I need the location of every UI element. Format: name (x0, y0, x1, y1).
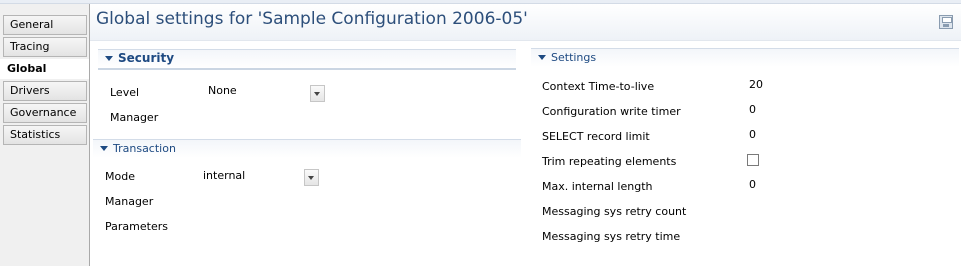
trim-repeating-elements-label: Trim repeating elements (542, 155, 677, 168)
security-level-label: Level (110, 86, 140, 99)
transaction-mode-label: Mode (105, 170, 135, 183)
transaction-mode-dropdown-button[interactable] (304, 169, 319, 186)
tab-governance[interactable]: Governance (3, 103, 87, 123)
settings-header-label: Settings (551, 51, 597, 64)
tab-statistics[interactable]: Statistics (3, 125, 87, 145)
config-write-timer-label: Configuration write timer (542, 105, 681, 118)
max-internal-length-value[interactable]: 0 (749, 178, 756, 191)
context-ttl-value[interactable]: 20 (749, 78, 763, 91)
security-manager-label: Manager (110, 111, 159, 124)
security-header-underline (98, 68, 516, 70)
settings-section-header[interactable]: Settings (531, 48, 959, 67)
security-header-label: Security (118, 51, 175, 65)
config-write-timer-value[interactable]: 0 (749, 103, 756, 116)
transaction-header-label: Transaction (113, 142, 176, 155)
page-header: Global settings for 'Sample Configuratio… (90, 4, 961, 41)
tab-drivers[interactable]: Drivers (3, 81, 87, 101)
security-level-value[interactable]: None (208, 84, 237, 97)
transaction-parameters-label: Parameters (105, 220, 168, 233)
collapse-triangle-icon (105, 56, 113, 61)
messaging-retry-count-label: Messaging sys retry count (542, 205, 687, 218)
transaction-mode-value[interactable]: internal (203, 169, 245, 182)
select-record-limit-label: SELECT record limit (542, 130, 650, 143)
main-content: Global settings for 'Sample Configuratio… (90, 4, 961, 266)
context-ttl-label: Context Time-to-live (542, 80, 655, 93)
select-record-limit-value[interactable]: 0 (749, 128, 756, 141)
tab-global[interactable]: Global (0, 59, 89, 79)
tab-general[interactable]: General (3, 15, 87, 35)
trim-repeating-elements-checkbox[interactable] (747, 154, 759, 166)
security-section-header[interactable]: Security (98, 49, 516, 68)
transaction-manager-label: Manager (105, 195, 154, 208)
security-level-dropdown-button[interactable] (310, 85, 325, 102)
tab-tracing[interactable]: Tracing (3, 37, 87, 57)
collapse-triangle-icon (100, 146, 108, 151)
page-title: Global settings for 'Sample Configuratio… (96, 9, 528, 29)
transaction-section-header[interactable]: Transaction (93, 139, 521, 158)
collapse-triangle-icon (538, 55, 546, 60)
max-internal-length-label: Max. internal length (542, 180, 653, 193)
messaging-retry-time-label: Messaging sys retry time (542, 230, 681, 243)
save-icon[interactable] (939, 15, 953, 29)
left-tab-strip: General Tracing Global Drivers Governanc… (0, 4, 90, 266)
